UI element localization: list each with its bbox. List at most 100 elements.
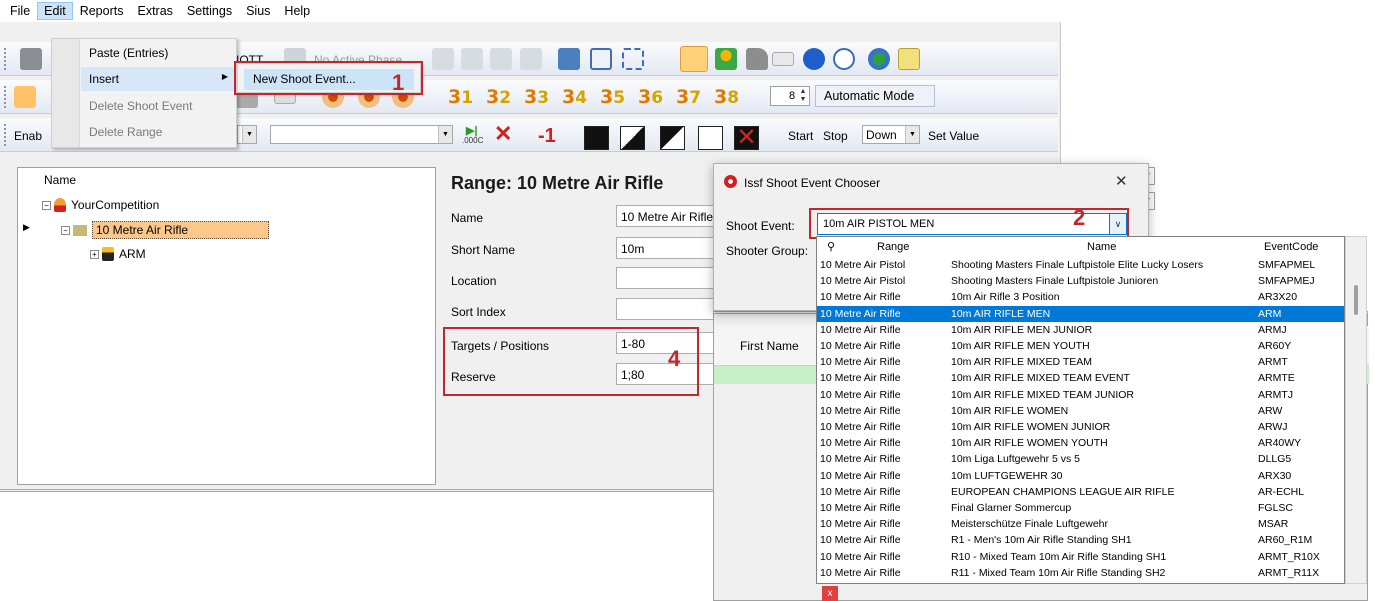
dropdown-row[interactable]: 10 Metre Air Rifle Meisterschütze Finale … — [817, 516, 1344, 532]
automatic-mode-button[interactable]: Automatic Mode — [815, 85, 935, 107]
dropdown-row[interactable]: 10 Metre Air Rifle 10m AIR RIFLE WOMEN ARW — [817, 403, 1344, 419]
shoot-event-dropdown-list: ⚲ Range Name EventCode 10 Metre Air Pist… — [816, 236, 1345, 584]
dropdown-row[interactable]: 10 Metre Air Pistol Shooting Masters Fina… — [817, 273, 1344, 289]
menu-item-delete-shoot-event[interactable]: Delete Shoot Event — [81, 94, 236, 118]
save-icon[interactable] — [20, 48, 42, 70]
stepper-value: 8 — [789, 90, 796, 102]
dropdown-row[interactable]: 10 Metre Air Rifle 10m Liga Luftgewehr 5 … — [817, 451, 1344, 467]
start-button[interactable]: Start — [788, 129, 813, 143]
position-count-stepper[interactable]: 8 ▲ ▼ — [770, 86, 810, 106]
info-icon[interactable] — [803, 48, 825, 70]
menu-file[interactable]: File — [3, 2, 37, 20]
dropdown-row[interactable]: 10 Metre Air Rifle EUROPEAN CHAMPIONS LEA… — [817, 484, 1344, 500]
dropdown-row[interactable]: 10 Metre Air Rifle R1 - Men's 10m Air Rif… — [817, 532, 1344, 548]
dropdown-row[interactable]: 10 Metre Air Rifle R11 - Mixed Team 10m A… — [817, 565, 1344, 581]
menu-edit[interactable]: Edit — [37, 2, 73, 20]
close-icon[interactable]: ✕ — [1115, 172, 1128, 190]
menu-item-delete-range[interactable]: Delete Range — [81, 120, 236, 144]
clear-icon[interactable]: x — [822, 586, 838, 601]
menu-settings[interactable]: Settings — [180, 2, 239, 20]
tree-node-range[interactable]: − 10 Metre Air Rifle — [61, 221, 270, 239]
scrollbar-thumb[interactable] — [1354, 285, 1358, 315]
dropdown-row[interactable]: 10 Metre Air Rifle 10m AIR RIFLE MEN YOUT… — [817, 338, 1344, 354]
cancel-square-icon[interactable]: ✕ — [734, 126, 759, 150]
set-value-button[interactable]: Set Value — [928, 129, 979, 143]
dropdown-row[interactable]: 10 Metre Air Rifle 10m Air Rifle 3 Positi… — [817, 289, 1344, 305]
enable-combo[interactable]: ▼ — [237, 125, 257, 144]
menu-sius[interactable]: Sius — [239, 2, 277, 20]
position-3-button[interactable]: 33 — [524, 86, 549, 108]
name-column-header[interactable]: Name — [1087, 239, 1116, 255]
position-2-button[interactable]: 32 — [486, 86, 511, 108]
handshake-icon[interactable] — [680, 46, 708, 72]
name-field[interactable]: 10 Metre Air Rifle — [616, 205, 726, 227]
pointer-hand-icon[interactable] — [14, 86, 36, 108]
filter-combo[interactable]: ▼ — [270, 125, 453, 144]
position-5-button[interactable]: 35 — [600, 86, 625, 108]
row-code-cell: AR40WY — [1258, 437, 1302, 450]
position-1-button[interactable]: 31 — [448, 86, 473, 108]
notes-icon[interactable] — [898, 48, 920, 70]
tree-node-competition[interactable]: − YourCompetition — [42, 198, 159, 212]
stop-button[interactable]: Stop — [823, 129, 848, 143]
target-frame-icon[interactable] — [590, 48, 612, 70]
selection-icon[interactable] — [622, 48, 644, 70]
counter-icon[interactable] — [772, 52, 794, 66]
half-square-inverse-icon[interactable] — [660, 126, 685, 150]
expand-icon[interactable]: + — [90, 249, 99, 259]
dropdown-row[interactable]: 10 Metre Air Rifle 10m AIR RIFLE MIXED TE… — [817, 370, 1344, 386]
range-column-header[interactable]: Range — [877, 239, 909, 255]
menu-help[interactable]: Help — [277, 2, 317, 20]
collapse-icon[interactable]: − — [61, 225, 70, 235]
row-range-cell: 10 Metre Air Rifle — [820, 518, 901, 531]
dropdown-row[interactable]: 10 Metre Air Rifle 10m AIR RIFLE MEN ARM — [817, 305, 1344, 322]
collapse-icon[interactable]: − — [42, 200, 51, 210]
competition-tree: Name − YourCompetition ▶ − 10 Metre Air … — [17, 167, 436, 485]
toolbar-grip-2[interactable] — [4, 86, 7, 108]
dropdown-row[interactable]: 10 Metre Air Rifle 10m AIR RIFLE MIXED TE… — [817, 387, 1344, 403]
position-7-button[interactable]: 37 — [676, 86, 701, 108]
row-name-cell: 10m AIR RIFLE MIXED TEAM JUNIOR — [951, 388, 1135, 401]
dropdown-row[interactable]: 10 Metre Air Pistol Shooting Masters Fina… — [817, 257, 1344, 273]
forward-icon[interactable] — [432, 48, 454, 70]
first-name-header[interactable]: First Name — [740, 339, 799, 353]
delete-shot-icon[interactable]: ✕ — [494, 123, 512, 145]
globe-icon[interactable] — [868, 48, 890, 70]
toolbar-grip[interactable] — [4, 48, 7, 70]
lock-icon[interactable] — [520, 48, 542, 70]
position-4-button[interactable]: 34 — [562, 86, 587, 108]
menu-item-insert[interactable]: Insert ▶ — [81, 67, 236, 91]
direction-combo[interactable]: Down ▼ — [862, 125, 920, 144]
short-name-field[interactable]: 10m — [616, 237, 726, 259]
dropdown-row[interactable]: 10 Metre Air Rifle Final Glarner Sommercu… — [817, 500, 1344, 516]
minus-one-button[interactable]: -1 — [538, 125, 556, 148]
stepper-arrows-icon[interactable]: ▲ ▼ — [798, 88, 808, 104]
hand-icon[interactable] — [461, 48, 483, 70]
dropdown-scrollbar[interactable] — [1345, 236, 1367, 584]
sort-index-field[interactable] — [616, 298, 726, 320]
monitor-icon[interactable] — [558, 48, 580, 70]
shooter-icon[interactable] — [715, 48, 737, 70]
dropdown-row[interactable]: 10 Metre Air Rifle 10m AIR RIFLE MIXED TE… — [817, 354, 1344, 370]
white-square-icon[interactable] — [698, 126, 723, 150]
dropdown-row[interactable]: 10 Metre Air Rifle R10 - Mixed Team 10m A… — [817, 549, 1344, 565]
users-icon[interactable] — [490, 48, 512, 70]
eventcode-column-header[interactable]: EventCode — [1264, 239, 1318, 255]
position-8-button[interactable]: 38 — [714, 86, 739, 108]
dropdown-row[interactable]: 10 Metre Air Rifle 10m AIR RIFLE MEN JUNI… — [817, 322, 1344, 338]
position-6-button[interactable]: 36 — [638, 86, 663, 108]
menu-extras[interactable]: Extras — [130, 2, 179, 20]
half-square-icon[interactable] — [620, 126, 645, 150]
dropdown-row[interactable]: 10 Metre Air Rifle 10m AIR RIFLE WOMEN JU… — [817, 419, 1344, 435]
menu-reports[interactable]: Reports — [73, 2, 131, 20]
pistol-icon[interactable] — [746, 48, 768, 70]
dropdown-row[interactable]: 10 Metre Air Rifle 10m AIR RIFLE WOMEN YO… — [817, 435, 1344, 451]
toolbar-grip-3[interactable] — [4, 124, 7, 146]
clock-icon[interactable] — [833, 48, 855, 70]
binoculars-icon[interactable]: ⚲ — [827, 239, 835, 255]
dropdown-row[interactable]: 10 Metre Air Rifle 10m LUFTGEWEHR 30 ARX30 — [817, 468, 1344, 484]
black-square-icon[interactable] — [584, 126, 609, 150]
menu-item-paste-entries[interactable]: Paste (Entries) — [81, 41, 236, 65]
location-field[interactable] — [616, 267, 726, 289]
tree-node-event[interactable]: + ARM — [90, 247, 146, 261]
